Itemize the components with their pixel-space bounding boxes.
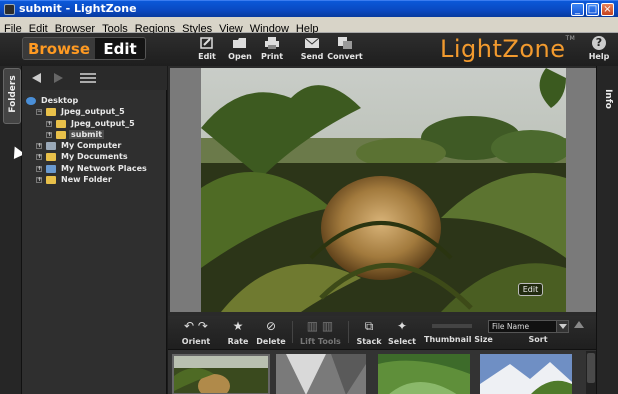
folder-panel: Desktop − Jpeg_output_5 + Jpeg_output_5 + subm… <box>22 66 167 394</box>
preview-area: Edit <box>168 66 596 316</box>
stack-icon: ⧉ <box>364 319 374 333</box>
lift-icon: ▥ ▥ <box>306 319 334 333</box>
forward-arrow-icon[interactable] <box>54 73 63 83</box>
folder-icon <box>56 119 66 128</box>
folder-icon <box>46 108 56 117</box>
chevron-down-icon <box>556 321 568 332</box>
tree-item[interactable]: + Jpeg_output_5 <box>22 119 167 130</box>
folder-icon <box>56 130 66 139</box>
computer-icon <box>46 142 56 151</box>
sort-label: Sort <box>528 335 548 344</box>
documents-icon <box>46 153 56 162</box>
expand-icon[interactable]: + <box>36 165 42 172</box>
tree-item-label: Desktop <box>41 96 79 105</box>
help-button[interactable]: ? Help <box>586 36 612 61</box>
tree-item[interactable]: + My Documents <box>22 152 167 163</box>
mode-switch: Browse Edit <box>22 37 146 60</box>
send-icon <box>304 37 320 48</box>
edit-icon <box>200 37 213 49</box>
thumbnail-size-slider[interactable] <box>432 324 472 328</box>
rotate-icon: ↶ ↷ <box>184 319 208 333</box>
folder-icon <box>46 176 56 185</box>
close-button[interactable]: × <box>601 3 614 16</box>
tree-item[interactable]: Desktop <box>22 96 167 107</box>
print-icon <box>265 37 279 49</box>
expand-icon[interactable]: + <box>46 131 52 138</box>
sort-direction-icon[interactable] <box>574 321 584 328</box>
folder-menu-icon[interactable] <box>80 73 96 83</box>
separator <box>348 321 349 343</box>
preview-frame: Edit <box>170 68 596 312</box>
thumbnail-item[interactable] <box>172 354 270 394</box>
thumbnail-strip <box>168 349 596 394</box>
menu-bar: File Edit Browser Tools Regions Styles View Win… <box>0 17 618 35</box>
tree-item[interactable]: + submit <box>22 129 167 141</box>
thumbnail-item[interactable] <box>480 354 572 394</box>
minimize-button[interactable]: _ <box>571 3 584 16</box>
edit-badge-button[interactable]: Edit <box>518 283 543 296</box>
maximize-button[interactable]: □ <box>586 3 599 16</box>
tree-item-label: My Network Places <box>61 163 147 173</box>
separator <box>292 321 293 343</box>
left-tab-strip: Folders <box>0 66 22 394</box>
tree-item[interactable]: + My Network Places <box>22 164 167 175</box>
window-titlebar: submit - LightZone _ □ × <box>0 0 618 17</box>
expand-icon[interactable]: + <box>46 120 52 127</box>
star-icon: ★ <box>232 319 244 333</box>
expand-icon[interactable]: + <box>36 143 42 150</box>
network-icon <box>46 164 56 173</box>
browse-toolbar: ↶ ↷ Orient ★ Rate ⊘ Delete ▥ ▥ Lift Tool… <box>168 316 596 349</box>
edit-mode-button[interactable]: Edit <box>95 38 145 59</box>
folder-nav-bar <box>22 66 167 90</box>
tree-item-label: My Documents <box>61 152 128 162</box>
desktop-icon <box>26 97 36 105</box>
sort-dropdown[interactable]: File Name <box>488 320 569 333</box>
tree-item[interactable]: − Jpeg_output_5 <box>22 107 167 118</box>
collapse-icon[interactable]: − <box>36 109 42 116</box>
select-wand-icon: ✦ <box>396 319 408 333</box>
thumbnail-scrollbar[interactable] <box>586 351 596 394</box>
select-button[interactable]: ✦ Select <box>388 319 416 346</box>
main-toolbar: Browse Edit Edit Open Print Send Convert… <box>0 33 618 66</box>
tree-item-label: Jpeg_output_5 <box>61 107 125 117</box>
convert-button[interactable]: Convert <box>326 36 364 61</box>
tree-item-label: New Folder <box>61 175 112 185</box>
thumbnail-item[interactable] <box>276 354 366 394</box>
right-tab-strip: Info <box>596 66 618 394</box>
tree-item-label: My Computer <box>61 141 122 151</box>
open-icon <box>233 38 246 48</box>
delete-icon: ⊘ <box>265 319 277 333</box>
browse-mode-button[interactable]: Browse <box>23 38 95 59</box>
folder-tree: Desktop − Jpeg_output_5 + Jpeg_output_5 + subm… <box>22 96 167 186</box>
tree-item[interactable]: + New Folder <box>22 175 167 186</box>
lightzone-logo: LightZoneTM <box>440 35 576 63</box>
tab-info[interactable]: Info <box>603 80 613 118</box>
window-title: submit - LightZone <box>19 2 137 15</box>
tab-folders[interactable]: Folders <box>3 68 21 124</box>
tree-item-label: Jpeg_output_5 <box>71 118 135 128</box>
tree-item[interactable]: + My Computer <box>22 141 167 152</box>
expand-icon[interactable]: + <box>36 177 42 184</box>
app-icon <box>4 4 15 15</box>
print-button[interactable]: Print <box>253 36 291 61</box>
convert-icon <box>338 37 352 49</box>
back-arrow-icon[interactable] <box>32 73 41 83</box>
thumbnail-item[interactable] <box>378 354 470 394</box>
scrollbar-thumb[interactable] <box>587 353 595 383</box>
stack-button[interactable]: ⧉ Stack <box>356 319 382 346</box>
lift-tools-button[interactable]: ▥ ▥ Lift Tools <box>300 319 341 346</box>
help-icon: ? <box>592 36 606 50</box>
tree-item-label: submit <box>69 129 105 139</box>
delete-button[interactable]: ⊘ Delete <box>256 319 286 346</box>
thumbnail-size-label: Thumbnail Size <box>424 335 493 344</box>
orient-button[interactable]: ↶ ↷ Orient <box>180 319 212 346</box>
rate-button[interactable]: ★ Rate <box>226 319 250 346</box>
preview-image[interactable] <box>201 68 566 312</box>
expand-icon[interactable]: + <box>36 154 42 161</box>
